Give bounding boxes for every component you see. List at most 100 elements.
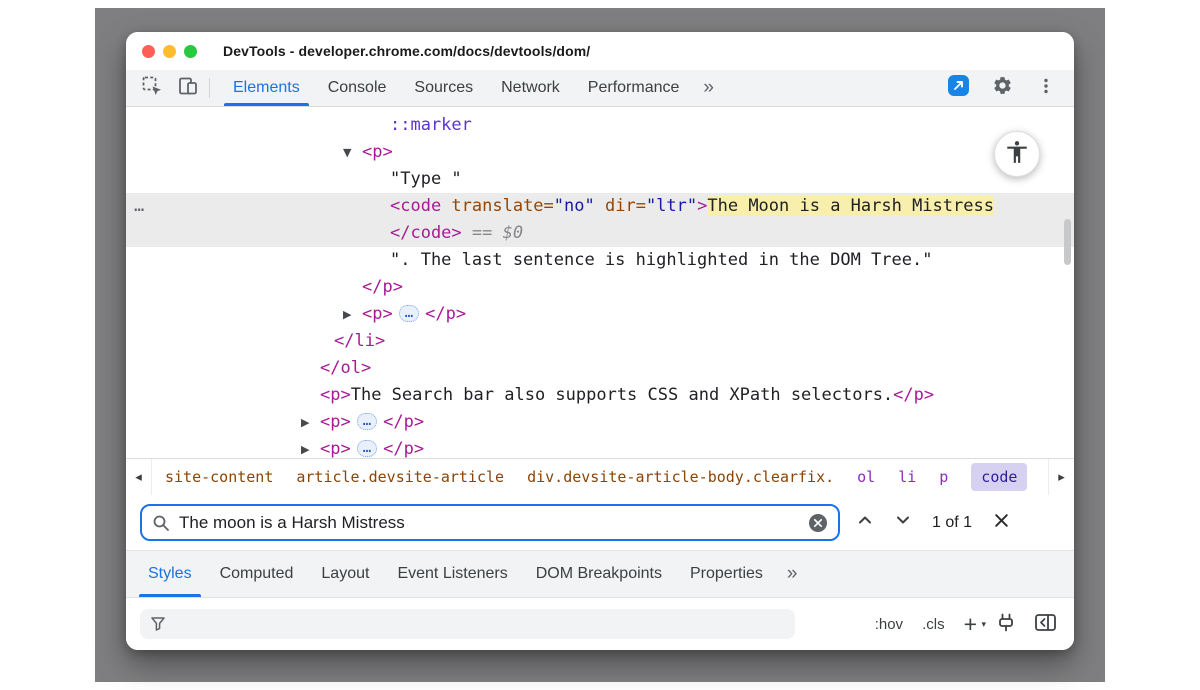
breadcrumb-item-p[interactable]: p bbox=[939, 468, 948, 486]
open-in-new-button[interactable] bbox=[940, 74, 976, 102]
collapsed-children-button[interactable]: … bbox=[399, 305, 419, 322]
dom-tree-node[interactable]: ::marker bbox=[126, 112, 1074, 139]
styles-filter-input[interactable] bbox=[174, 616, 785, 633]
tab-network[interactable]: Network bbox=[487, 70, 574, 106]
tab-properties[interactable]: Properties bbox=[676, 551, 777, 597]
filter-funnel-icon bbox=[150, 616, 166, 632]
sidebar-panel-tab-strip: Styles Computed Layout Event Listeners DOM B… bbox=[126, 550, 1074, 598]
tab-elements[interactable]: Elements bbox=[219, 70, 314, 106]
styles-pane-toolbar: :hov .cls + ▾ bbox=[126, 598, 1074, 650]
elements-dom-tree: ::marker▼<p>"Type "…<code translate="no"… bbox=[126, 107, 1074, 458]
tab-styles[interactable]: Styles bbox=[134, 551, 206, 597]
settings-button[interactable] bbox=[984, 75, 1020, 101]
dom-tree-node[interactable]: <p>The Search bar also supports CSS and … bbox=[126, 382, 1074, 409]
tab-performance[interactable]: Performance bbox=[574, 70, 694, 106]
dom-segment-tag: </p> bbox=[362, 277, 403, 297]
close-search-button[interactable] bbox=[992, 511, 1011, 535]
sidebar-toggle-icon bbox=[1035, 614, 1056, 635]
dom-tree-node[interactable]: </ol> bbox=[126, 355, 1074, 382]
dom-segment-val: "no" bbox=[554, 196, 595, 216]
tab-label: Performance bbox=[588, 79, 680, 97]
collapsed-children-button[interactable]: … bbox=[357, 440, 377, 457]
accessibility-person-icon bbox=[1004, 139, 1030, 170]
disclosure-triangle-right-icon[interactable]: ▶ bbox=[301, 436, 309, 458]
toggle-sidebar-button[interactable] bbox=[1035, 614, 1056, 635]
element-classes-toggle[interactable]: .cls bbox=[922, 616, 945, 633]
dom-tree-line: …<code translate="no" dir="ltr">The Moon… bbox=[126, 193, 1074, 220]
breadcrumb-scroll-left-button[interactable]: ◂ bbox=[126, 459, 152, 495]
chevron-down-icon bbox=[894, 511, 912, 534]
tab-console[interactable]: Console bbox=[314, 70, 401, 106]
zoom-window-button[interactable] bbox=[184, 45, 197, 58]
breadcrumb-item-div-devsite-article-body-clearfix[interactable]: div.devsite-article-body.clearfix. bbox=[527, 468, 834, 486]
minimize-window-button[interactable] bbox=[163, 45, 176, 58]
more-options-button[interactable] bbox=[1028, 77, 1064, 100]
toolbar-divider bbox=[209, 78, 210, 98]
more-tabs-button[interactable]: » bbox=[693, 77, 724, 99]
tab-event-listeners[interactable]: Event Listeners bbox=[383, 551, 521, 597]
dom-segment-tag: <p> bbox=[362, 304, 393, 324]
inspect-element-button[interactable] bbox=[134, 70, 170, 106]
tab-computed[interactable]: Computed bbox=[206, 551, 308, 597]
disclosure-triangle-right-icon[interactable]: ▶ bbox=[343, 301, 351, 328]
toolbar-right-actions bbox=[940, 70, 1074, 106]
dom-tree-node[interactable]: "Type " bbox=[126, 166, 1074, 193]
search-box bbox=[140, 504, 840, 541]
dom-tree-node[interactable]: </li> bbox=[126, 328, 1074, 355]
dom-tree-line: </p> bbox=[126, 274, 1074, 301]
dom-tree-line: </code> == $0 bbox=[126, 220, 1074, 247]
disclosure-triangle-down-icon[interactable]: ▼ bbox=[343, 139, 351, 166]
tab-dom-breakpoints[interactable]: DOM Breakpoints bbox=[522, 551, 676, 597]
breadcrumb-item-article-devsite-article[interactable]: article.devsite-article bbox=[296, 468, 504, 486]
dom-tree-line: <p>The Search bar also supports CSS and … bbox=[126, 382, 1074, 409]
dom-tree-line: ▶<p>…</p> bbox=[126, 436, 1074, 458]
dom-tree-node[interactable]: ▼<p> bbox=[126, 139, 1074, 166]
tab-layout[interactable]: Layout bbox=[307, 551, 383, 597]
dom-tree-node[interactable]: …<code translate="no" dir="ltr">The Moon… bbox=[126, 193, 1074, 220]
breadcrumb-item-ol[interactable]: ol bbox=[857, 468, 875, 486]
accessibility-button[interactable] bbox=[994, 131, 1040, 177]
plug-button[interactable] bbox=[996, 613, 1016, 636]
dom-tree-node[interactable]: ▶<p>…</p> bbox=[126, 409, 1074, 436]
tab-sources[interactable]: Sources bbox=[400, 70, 487, 106]
dom-segment-plain: "Type " bbox=[390, 169, 462, 189]
devtools-main-toolbar: ElementsConsoleSourcesNetwork Performance… bbox=[126, 70, 1074, 107]
collapsed-children-button[interactable]: … bbox=[357, 413, 377, 430]
breadcrumb-item-li[interactable]: li bbox=[898, 468, 916, 486]
breadcrumb-item-site-content[interactable]: site-content bbox=[165, 468, 273, 486]
search-input[interactable] bbox=[179, 513, 799, 533]
dom-segment-tag: </p> bbox=[425, 304, 466, 324]
next-match-button[interactable] bbox=[894, 511, 912, 534]
dom-segment-tag: </p> bbox=[893, 385, 934, 405]
dom-tree-node[interactable]: ▶<p>…</p> bbox=[126, 436, 1074, 458]
search-icon bbox=[152, 514, 170, 532]
dom-tree-line: "Type " bbox=[126, 166, 1074, 193]
vertical-scrollbar[interactable] bbox=[1064, 219, 1071, 265]
tab-label: Computed bbox=[220, 565, 294, 583]
tab-label: DOM Breakpoints bbox=[536, 565, 662, 583]
previous-match-button[interactable] bbox=[856, 511, 874, 534]
tab-label: Layout bbox=[321, 565, 369, 583]
panel-tabs: Styles Computed Layout Event Listeners DOM B… bbox=[134, 551, 777, 597]
dom-tree-line: </ol> bbox=[126, 355, 1074, 382]
open-in-new-icon bbox=[947, 74, 970, 102]
dom-tree-node[interactable]: </p> bbox=[126, 274, 1074, 301]
device-toolbar-button[interactable] bbox=[170, 70, 206, 106]
dom-segment-tag: </ol> bbox=[320, 358, 371, 378]
disclosure-triangle-right-icon[interactable]: ▶ bbox=[301, 409, 309, 436]
close-window-button[interactable] bbox=[142, 45, 155, 58]
dom-tree-node[interactable]: ". The last sentence is highlighted in t… bbox=[126, 247, 1074, 274]
clear-search-button[interactable] bbox=[808, 513, 828, 533]
dom-tree-line: ::marker bbox=[126, 112, 1074, 139]
node-options-dots[interactable]: … bbox=[134, 193, 145, 220]
dom-tree-node[interactable]: ▶ <p> … </p> bbox=[126, 301, 1074, 328]
more-panel-tabs-button[interactable]: » bbox=[777, 563, 808, 585]
inspect-cursor-icon bbox=[141, 75, 163, 102]
dom-tree-node[interactable]: </code> == $0 bbox=[126, 220, 1074, 247]
breadcrumb-item-code[interactable]: code bbox=[971, 463, 1027, 491]
breadcrumb-scroll-right-button[interactable]: ▸ bbox=[1048, 459, 1074, 495]
dom-tree-line: ▼<p> bbox=[126, 139, 1074, 166]
dom-tree-line: ". The last sentence is highlighted in t… bbox=[126, 247, 1074, 274]
new-style-rule-button[interactable]: + ▾ bbox=[964, 614, 977, 634]
pseudo-states-toggle[interactable]: :hov bbox=[875, 616, 903, 633]
